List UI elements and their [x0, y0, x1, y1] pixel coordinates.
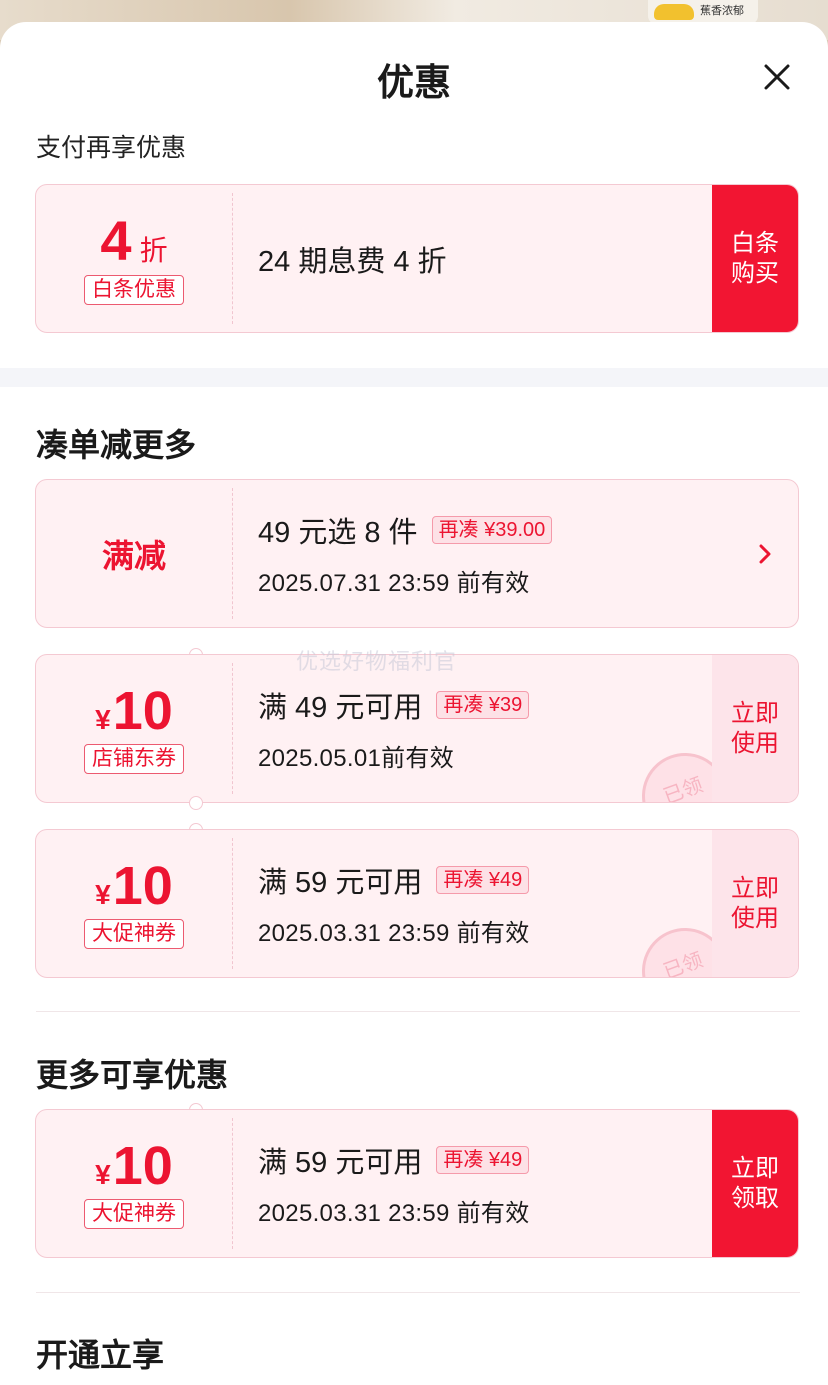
full-reduction-body: 49 元选 8 件 再凑 ¥39.00 2025.07.31 23:59 前有效: [258, 480, 553, 627]
chevron-right-icon[interactable]: [758, 542, 772, 566]
section-gap: [0, 368, 828, 387]
coupon-amount: ¥ 10: [95, 859, 173, 913]
add-more-pill: 再凑 ¥49: [436, 866, 530, 894]
card-separator: [232, 193, 233, 324]
coupon-expiry: 2025.03.31 23:59 前有效: [258, 920, 530, 947]
coupon-left: ¥ 10 大促神券: [36, 830, 232, 977]
baitiao-description: 24 期息费 4 折: [258, 245, 447, 278]
coupon-card[interactable]: ¥ 10 大促神券 满 59 元可用 再凑 ¥49 2025.03.31 23:…: [35, 829, 799, 978]
baitiao-buy-button[interactable]: 白条购买: [712, 185, 798, 332]
coupon-card[interactable]: ¥ 10 店铺东券 满 49 元可用 再凑 ¥39 2025.05.01前有效 …: [35, 654, 799, 803]
full-reduction-expiry: 2025.07.31 23:59 前有效: [258, 570, 530, 597]
product-thumbnail: 蕉香浓郁: [648, 0, 758, 24]
full-reduction-left: 满减: [36, 480, 232, 627]
baitiao-card[interactable]: 4 折 白条优惠 24 期息费 4 折 白条购买: [35, 184, 799, 333]
coupon-value: 10: [112, 855, 173, 916]
bundle-section-title: 凑单减更多: [36, 427, 197, 463]
add-more-pill: 再凑 ¥49: [436, 1146, 530, 1174]
coupon-condition-line: 满 59 元可用 再凑 ¥49: [258, 1139, 530, 1181]
full-reduction-text: 49 元选 8 件: [258, 517, 418, 549]
coupon-condition: 满 59 元可用: [258, 867, 423, 899]
card-separator: [232, 663, 233, 794]
coupon-condition-line: 满 49 元可用 再凑 ¥39: [258, 684, 530, 726]
add-more-pill: 再凑 ¥39.00: [431, 516, 553, 544]
full-reduction-card[interactable]: 满减 49 元选 8 件 再凑 ¥39.00 2025.07.31 23:59 …: [35, 479, 799, 628]
currency-symbol: ¥: [95, 703, 111, 735]
coupon-left: ¥ 10 店铺东券: [36, 655, 232, 802]
banana-image: [654, 4, 694, 20]
card-separator: [232, 488, 233, 619]
use-now-button[interactable]: 立即使用: [712, 655, 798, 802]
coupon-left: ¥ 10 大促神券: [36, 1110, 232, 1257]
sheet-title: 优惠: [377, 62, 451, 103]
card-separator: [232, 838, 233, 969]
coupon-condition-line: 满 59 元可用 再凑 ¥49: [258, 859, 530, 901]
full-reduction-label: 满减: [101, 537, 166, 574]
section-divider: [36, 1292, 800, 1293]
coupon-expiry: 2025.05.01前有效: [258, 745, 455, 772]
coupon-amount: ¥ 10: [95, 684, 173, 738]
baitiao-card-left: 4 折 白条优惠: [36, 185, 232, 332]
watermark-text: 优选好物福利官: [296, 649, 458, 674]
coupon-body: 满 59 元可用 再凑 ¥49 2025.03.31 23:59 前有效: [258, 830, 530, 977]
coupon-condition: 满 59 元可用: [258, 1147, 423, 1179]
coupon-body: 满 49 元可用 再凑 ¥39 2025.05.01前有效: [258, 655, 530, 802]
baitiao-card-body: 24 期息费 4 折: [258, 185, 447, 332]
close-icon[interactable]: [758, 58, 796, 96]
card-notch: [189, 796, 203, 810]
currency-symbol: ¥: [95, 878, 111, 910]
currency-symbol: ¥: [95, 1158, 111, 1190]
payment-subtitle: 支付再享优惠: [36, 134, 187, 162]
coupon-card[interactable]: ¥ 10 大促神券 满 59 元可用 再凑 ¥49 2025.03.31 23:…: [35, 1109, 799, 1258]
discount-sheet: 优惠 支付再享优惠 4 折 白条优惠 24 期息费 4 折 白条购买 凑单减更多…: [0, 22, 828, 1385]
coupon-value: 10: [112, 1135, 173, 1196]
coupon-type-tag: 店铺东券: [84, 743, 184, 774]
coupon-expiry: 2025.03.31 23:59 前有效: [258, 1200, 530, 1227]
coupon-type-tag: 大促神券: [84, 918, 184, 949]
add-more-pill: 再凑 ¥39: [436, 691, 530, 719]
coupon-type-tag: 大促神券: [84, 1198, 184, 1229]
claim-now-button[interactable]: 立即领取: [712, 1110, 798, 1257]
discount-value: 4 折: [100, 208, 168, 272]
more-section-title: 更多可享优惠: [36, 1057, 229, 1093]
product-thumbnail-text: 蕉香浓郁: [700, 5, 744, 17]
coupon-amount: ¥ 10: [95, 1139, 173, 1193]
baitiao-tag: 白条优惠: [84, 274, 184, 305]
membership-section-title: 开通立享: [36, 1337, 165, 1373]
discount-unit: 折: [139, 234, 168, 266]
coupon-value: 10: [112, 680, 173, 741]
coupon-body: 满 59 元可用 再凑 ¥49 2025.03.31 23:59 前有效: [258, 1110, 530, 1257]
use-now-button[interactable]: 立即使用: [712, 830, 798, 977]
discount-number: 4: [100, 208, 132, 272]
card-separator: [232, 1118, 233, 1249]
coupon-condition: 满 49 元可用: [258, 692, 423, 724]
full-reduction-line: 49 元选 8 件 再凑 ¥39.00: [258, 509, 553, 551]
section-divider: [36, 1011, 800, 1012]
